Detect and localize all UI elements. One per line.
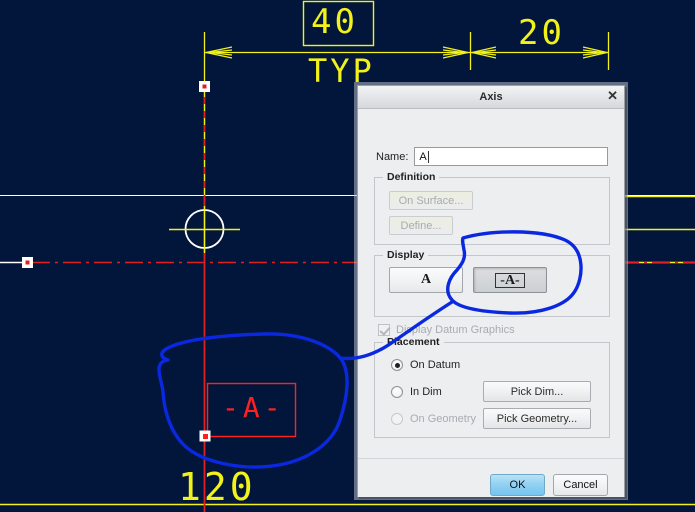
display-plain-glyph: A: [420, 272, 432, 287]
dialog-title: Axis: [479, 91, 503, 103]
display-datum-graphics-row[interactable]: Display Datum Graphics: [378, 324, 515, 336]
footer-divider: [358, 458, 624, 459]
name-row: Name: A: [376, 147, 609, 166]
datum-feature-symbol[interactable]: -A-: [222, 391, 285, 424]
pick-dim-button[interactable]: Pick Dim...: [483, 381, 591, 402]
centerline-top-handle-inner: [202, 84, 207, 89]
centerline-left-handle-inner: [25, 260, 30, 265]
radio-in-dim-label: In Dim: [410, 386, 442, 398]
define-button[interactable]: Define...: [389, 216, 453, 235]
definition-group: Definition On Surface... Define...: [374, 171, 610, 245]
placement-legend: Placement: [383, 336, 444, 348]
dialog-body: Name: A Definition On Surface... Define.…: [358, 109, 624, 497]
placement-option-in-dim[interactable]: In Dim: [391, 386, 442, 398]
on-surface-button[interactable]: On Surface...: [389, 191, 473, 210]
close-icon[interactable]: ✕: [607, 89, 618, 103]
cancel-button[interactable]: Cancel: [553, 474, 608, 496]
placement-option-on-datum[interactable]: On Datum: [391, 359, 460, 371]
display-plain-button[interactable]: A: [389, 267, 463, 293]
display-group: Display A -A-: [374, 249, 610, 317]
radio-on-geometry-label: On Geometry: [410, 413, 477, 425]
axis-dialog[interactable]: Axis ✕ Name: A Definition On Surface... …: [357, 85, 625, 497]
radio-in-dim-icon[interactable]: [391, 386, 403, 398]
pick-geometry-button[interactable]: Pick Geometry...: [483, 408, 591, 429]
display-datum-graphics-label: Display Datum Graphics: [396, 324, 515, 336]
display-datum-glyph: -A-: [495, 272, 525, 288]
radio-on-datum-icon[interactable]: [391, 359, 403, 371]
placement-option-on-geometry[interactable]: On Geometry: [391, 413, 476, 425]
dimension-label-120: 120: [178, 465, 256, 509]
dimension-label-20: 20: [518, 13, 565, 53]
placement-group: Placement On Datum In Dim On Geometry Pi…: [374, 336, 610, 438]
radio-on-geometry-icon[interactable]: [391, 413, 403, 425]
ok-button[interactable]: OK: [490, 474, 545, 496]
name-input[interactable]: A: [414, 147, 609, 166]
dialog-titlebar[interactable]: Axis ✕: [358, 86, 624, 109]
text-caret: [427, 150, 429, 163]
definition-legend: Definition: [383, 171, 440, 183]
name-label: Name:: [376, 150, 409, 163]
name-input-value: A: [419, 150, 427, 163]
display-legend: Display: [383, 249, 429, 261]
radio-on-datum-label: On Datum: [410, 359, 461, 371]
dimension-label-40: 40: [311, 2, 358, 42]
display-datum-button[interactable]: -A-: [473, 267, 547, 293]
datum-symbol-handle-inner: [203, 434, 208, 439]
screenshot-root: 40 TYP 20 120 -A- Axis ✕ Name: A Definit…: [0, 0, 695, 512]
display-datum-graphics-checkbox[interactable]: [378, 324, 390, 336]
